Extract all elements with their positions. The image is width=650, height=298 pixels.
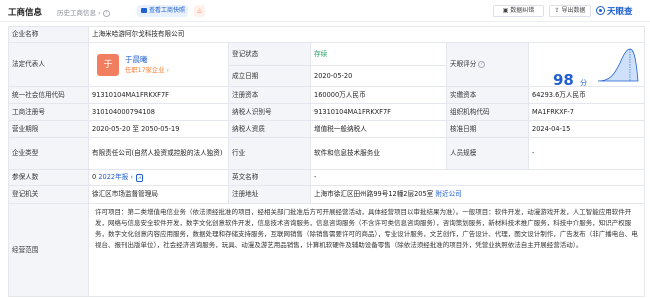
history-link[interactable]: 历史工商信息 ›?: [57, 7, 110, 17]
data-error-button[interactable]: ▣ 数据纠错: [493, 5, 544, 17]
value-org-code: MA1FRKXF-7: [528, 104, 645, 120]
label-insured: 参保人数: [8, 170, 88, 185]
chevron-right-icon: ›: [130, 173, 134, 181]
value-credit-code: 91310104MA1FRKXF7F: [88, 87, 228, 103]
label-company-name: 企业名称: [8, 27, 88, 42]
score-distribution-icon: [597, 48, 639, 82]
export-icon: ⇪: [554, 7, 560, 14]
business-scope-text: 许可项目：第二类增值电信业务（依法须经批准的项目，经相关部门批准后方可开展经营活…: [95, 208, 638, 249]
chevron-right-icon: ›: [166, 66, 170, 74]
positions-text[interactable]: 任职17家企业: [125, 67, 165, 74]
label-business-term: 营业期限: [8, 121, 88, 137]
row-business-scope: 经营范围 许可项目：第二类增值电信业务（依法须经批准的项目，经相关部门批准后方可…: [8, 203, 645, 297]
export-label: 导出数据: [561, 7, 586, 14]
camera-icon: [141, 7, 147, 13]
score-label-text: 天眼评分: [450, 60, 477, 68]
row-company-name: 企业名称 上海米哈游阿尔戈科技有限公司: [8, 26, 645, 42]
annual-report-link[interactable]: 2022年报: [98, 173, 128, 182]
value-reg-number: 310104000794108: [88, 104, 228, 120]
value-taxpayer-id: 91310104MA1FRKXF7F: [310, 104, 446, 120]
value-company-type: 有限责任公司(自然人投资或控股的法人独资): [88, 138, 228, 169]
label-est-date: 成立日期: [228, 65, 310, 87]
legal-rep-avatar[interactable]: 于: [97, 53, 119, 76]
label-credit-code: 统一社会信用代码: [8, 87, 88, 103]
label-score: 天眼评分?: [446, 43, 528, 86]
brand-logo[interactable]: 天眼查: [596, 5, 633, 17]
value-english-name: -: [310, 170, 645, 185]
logo-text: 天眼查: [607, 7, 633, 17]
value-taxpayer-qual: 增值税一般纳税人: [310, 121, 446, 137]
row-credit-code: 统一社会信用代码 91310104MA1FRKXF7F 注册资本 160000万…: [8, 86, 645, 103]
value-company-name: 上海米哈游阿尔戈科技有限公司: [88, 27, 645, 42]
snapshot-label: 查看工商快照: [149, 7, 186, 14]
label-reg-status: 登记状态: [228, 43, 310, 65]
label-approval-date: 核准日期: [446, 121, 528, 137]
label-industry: 行业: [228, 138, 310, 169]
fire-button[interactable]: ♨: [194, 5, 205, 17]
company-name-text: 上海米哈游阿尔戈科技有限公司: [92, 30, 185, 38]
snapshot-button[interactable]: 查看工商快照: [137, 5, 188, 17]
value-business-scope: 许可项目：第二类增值电信业务（依法须经批准的项目，经相关部门批准后方可开展经营活…: [88, 204, 645, 296]
value-business-term: 2020-05-20 至 2050-05-19: [88, 121, 228, 137]
row-insured: 参保人数 0 2022年报 › ⩘ 英文名称 -: [8, 169, 645, 185]
value-industry: 软件和信息技术服务业: [310, 138, 446, 169]
value-staff-size: -: [528, 138, 645, 169]
legal-rep-card[interactable]: 于 于晨曦 任职17家企业 ›: [88, 43, 228, 86]
help-icon[interactable]: ?: [478, 61, 486, 68]
logo-icon: [596, 6, 605, 15]
value-address: 上海市徐汇区田州路99号12幢2层205室 附近公司: [310, 186, 645, 203]
reg-status-text: 存续: [314, 49, 328, 58]
label-reg-number: 工商注册号: [8, 104, 88, 120]
label-taxpayer-qual: 纳税人资质: [228, 121, 310, 137]
label-company-type: 企业类型: [8, 138, 88, 169]
label-english-name: 英文名称: [228, 170, 310, 185]
label-taxpayer-id: 纳税人识别号: [228, 104, 310, 120]
insured-count: 0: [92, 173, 97, 181]
value-reg-capital: 160000万人民币: [310, 87, 446, 103]
data-error-label: 数据纠错: [510, 7, 535, 14]
label-staff-size: 人员规模: [446, 138, 528, 169]
value-insured: 0 2022年报 › ⩘: [88, 170, 228, 185]
history-label[interactable]: 历史工商信息: [57, 9, 96, 17]
history-arrow-icon: ›: [98, 9, 101, 17]
row-reg-number: 工商注册号 310104000794108 纳税人识别号 91310104MA1…: [8, 103, 645, 120]
value-reg-status: 存续: [310, 43, 446, 65]
nearby-companies-link[interactable]: 附近公司: [435, 190, 461, 199]
help-icon[interactable]: ?: [102, 9, 110, 17]
legal-rep-positions[interactable]: 任职17家企业 ›: [125, 66, 169, 75]
value-authority: 徐汇区市场监督管理局: [88, 186, 228, 203]
row-authority: 登记机关 徐汇区市场监督管理局 注册地址 上海市徐汇区田州路99号12幢2层20…: [8, 185, 645, 203]
row-business-term: 营业期限 2020-05-20 至 2050-05-19 纳税人资质 增值税一般…: [8, 120, 645, 137]
value-approval-date: 2024-04-15: [528, 121, 645, 137]
value-paid-capital: 64293.6万人民币: [528, 87, 645, 103]
label-legal-rep: 法定代表人: [8, 43, 88, 86]
report-icon: ▣: [502, 7, 509, 14]
section-title: 工商信息: [8, 8, 43, 18]
legal-rep-name[interactable]: 于晨曦: [125, 55, 169, 64]
address-text: 上海市徐汇区田州路99号12幢2层205室: [314, 190, 434, 198]
export-button[interactable]: ⇪ 导出数据: [549, 5, 591, 17]
label-address: 注册地址: [228, 186, 310, 203]
row-company-type: 企业类型 有限责任公司(自然人投资或控股的法人独资) 行业 软件和信息技术服务业…: [8, 137, 645, 169]
row-legal-rep: 法定代表人 于 于晨曦 任职17家企业 › 登记状态 存续 成立日期 2020-…: [8, 42, 645, 89]
value-est-date: 2020-05-20: [310, 65, 446, 87]
header-bar: 工商信息 历史工商信息 ›? 查看工商快照 ♨ ▣ 数据纠错 ⇪ 导出数据 天眼…: [0, 0, 650, 22]
label-reg-capital: 注册资本: [228, 87, 310, 103]
label-business-scope: 经营范围: [8, 204, 88, 296]
label-paid-capital: 实缴资本: [446, 87, 528, 103]
label-authority: 登记机关: [8, 186, 88, 203]
fire-icon: ♨: [196, 7, 203, 15]
label-org-code: 组织机构代码: [446, 104, 528, 120]
chart-icon[interactable]: ⩘: [136, 173, 143, 182]
